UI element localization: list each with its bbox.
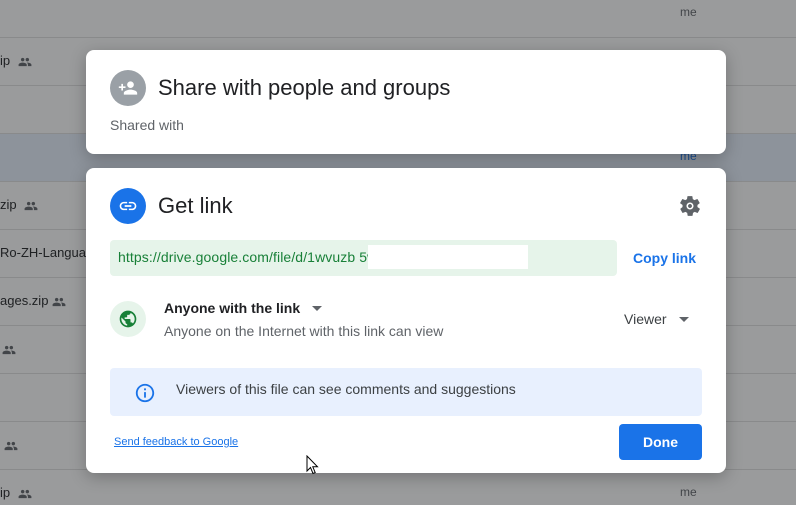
copy-link-button[interactable]: Copy link	[633, 250, 696, 266]
link-access-dropdown[interactable]: Anyone with the link	[164, 300, 323, 316]
done-button[interactable]: Done	[619, 424, 702, 460]
share-card-title: Share with people and groups	[158, 75, 451, 100]
gear-icon[interactable]	[678, 194, 702, 218]
shared-with-label: Shared with	[110, 117, 184, 133]
role-label: Viewer	[624, 311, 667, 327]
get-link-title: Get link	[158, 193, 233, 218]
person-add-icon	[110, 70, 146, 106]
info-text: Viewers of this file can see comments an…	[176, 381, 516, 397]
role-dropdown[interactable]: Viewer	[624, 311, 689, 327]
access-description: Anyone on the Internet with this link ca…	[164, 323, 444, 339]
access-label: Anyone with the link	[164, 300, 301, 316]
send-feedback-link[interactable]: Send feedback to Google	[114, 436, 238, 448]
mouse-cursor-icon	[306, 455, 319, 475]
globe-icon	[110, 301, 146, 337]
link-url-field[interactable]: https://drive.google.com/file/d/1wvuzb 5…	[110, 240, 617, 276]
redaction-block	[368, 245, 528, 269]
link-icon	[110, 188, 146, 224]
caret-down-icon	[678, 316, 689, 322]
caret-down-icon	[312, 305, 323, 311]
get-link-card: Get link https://drive.google.com/file/d…	[86, 168, 726, 473]
info-banner: Viewers of this file can see comments an…	[110, 368, 702, 416]
share-people-card: Share with people and groups Shared with	[86, 50, 726, 154]
link-url-text: https://drive.google.com/file/d/1wvuzb 5…	[118, 249, 447, 265]
info-icon	[135, 383, 155, 403]
